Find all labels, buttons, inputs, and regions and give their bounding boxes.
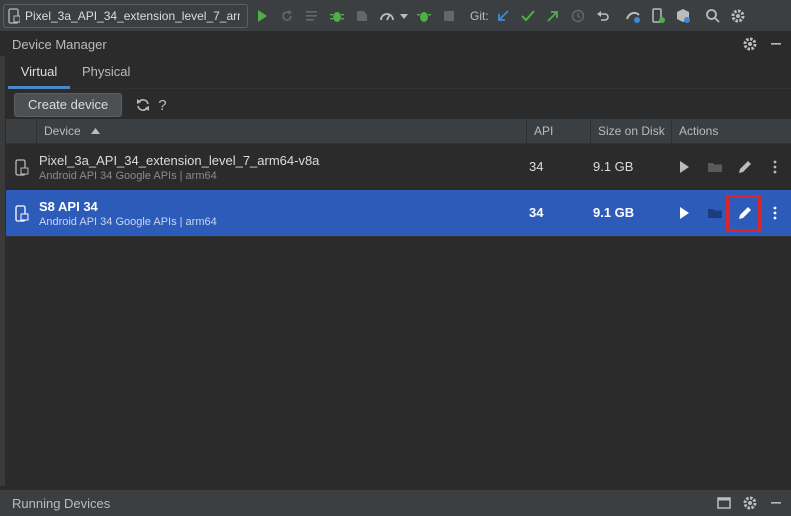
table-row-selected[interactable]: S8 API 34 Android API 34 Google APIs | a… xyxy=(6,190,791,237)
device-api: 34 xyxy=(529,159,544,174)
rerun-icon[interactable] xyxy=(276,5,298,27)
edit-icon[interactable] xyxy=(735,157,755,177)
device-manager-title: Device Manager xyxy=(12,36,107,52)
stop-icon[interactable] xyxy=(438,5,460,27)
table-header: Device API Size on Disk Actions xyxy=(6,119,791,144)
more-icon[interactable] xyxy=(765,203,785,223)
device-manager-header: Device Manager xyxy=(0,32,791,56)
gear-icon[interactable] xyxy=(727,5,749,27)
device-api: 34 xyxy=(529,205,544,220)
search-icon[interactable] xyxy=(702,5,724,27)
device-icon xyxy=(8,7,20,24)
rollback-icon[interactable] xyxy=(592,5,614,27)
device-manager-icon[interactable] xyxy=(647,5,669,27)
profiler-icon[interactable] xyxy=(376,5,398,27)
device-icon xyxy=(15,159,29,176)
sdk-manager-icon[interactable] xyxy=(672,5,694,27)
gear-icon[interactable] xyxy=(739,33,761,55)
launch-icon[interactable] xyxy=(674,157,694,177)
more-icon[interactable] xyxy=(765,157,785,177)
main-toolbar: Pixel_3a_API_34_extension_level_7_arm.. … xyxy=(0,0,791,32)
running-devices-panel: Running Devices xyxy=(0,489,791,516)
device-description: Android API 34 Google APIs | arm64 xyxy=(39,216,217,228)
apply-changes-icon[interactable] xyxy=(413,5,435,27)
history-icon[interactable] xyxy=(567,5,589,27)
git-label: Git: xyxy=(470,8,489,23)
launch-icon[interactable] xyxy=(674,203,694,223)
tab-physical[interactable]: Physical xyxy=(82,58,130,88)
create-device-button[interactable]: Create device xyxy=(14,93,123,117)
device-icon xyxy=(15,205,29,222)
device-name: Pixel_3a_API_34_extension_level_7_arm64-… xyxy=(39,153,320,168)
device-name: S8 API 34 xyxy=(39,199,98,214)
editor-gutter xyxy=(0,56,5,486)
git-commit-icon[interactable] xyxy=(517,5,539,27)
gear-icon[interactable] xyxy=(739,492,761,514)
edit-button-highlight xyxy=(726,195,761,232)
device-action-bar: Create device ? xyxy=(0,91,791,119)
minimize-icon[interactable] xyxy=(765,492,787,514)
folder-icon[interactable] xyxy=(705,157,725,177)
folder-icon[interactable] xyxy=(705,203,725,223)
run-configuration-select[interactable]: Pixel_3a_API_34_extension_level_7_arm.. xyxy=(3,3,248,28)
sort-ascending-icon xyxy=(91,128,101,134)
device-table: Device API Size on Disk Actions Pixel_3a… xyxy=(6,119,791,489)
help-icon[interactable]: ? xyxy=(158,97,166,114)
attach-debugger-icon[interactable] xyxy=(351,5,373,27)
column-actions: Actions xyxy=(671,119,791,143)
minimize-icon[interactable] xyxy=(765,33,787,55)
device-description: Android API 34 Google APIs | arm64 xyxy=(39,170,217,182)
debug-icon[interactable] xyxy=(326,5,348,27)
table-row[interactable]: Pixel_3a_API_34_extension_level_7_arm64-… xyxy=(6,144,791,191)
column-device[interactable]: Device xyxy=(36,119,526,143)
logcat-icon[interactable] xyxy=(301,5,323,27)
running-devices-title: Running Devices xyxy=(12,495,111,511)
chevron-down-icon[interactable] xyxy=(398,5,410,27)
device-size: 9.1 GB xyxy=(593,205,635,220)
git-push-icon[interactable] xyxy=(542,5,564,27)
refresh-icon[interactable] xyxy=(132,94,154,116)
restore-icon[interactable] xyxy=(713,492,735,514)
column-size[interactable]: Size on Disk xyxy=(590,119,671,143)
run-configuration-label: Pixel_3a_API_34_extension_level_7_arm.. xyxy=(25,8,240,23)
device-tabs: Virtual Physical xyxy=(0,58,791,89)
device-size: 9.1 GB xyxy=(593,159,634,174)
tab-virtual[interactable]: Virtual xyxy=(8,58,70,89)
run-icon[interactable] xyxy=(251,5,273,27)
git-update-icon[interactable] xyxy=(492,5,514,27)
column-api[interactable]: API xyxy=(526,119,590,143)
gradle-sync-icon[interactable] xyxy=(622,5,644,27)
